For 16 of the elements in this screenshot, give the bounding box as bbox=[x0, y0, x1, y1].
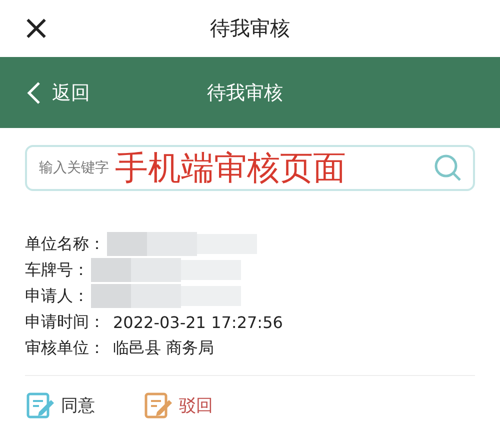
back-button[interactable]: 返回 bbox=[26, 80, 90, 106]
field-label: 申请人： bbox=[25, 286, 89, 306]
search-icon bbox=[433, 153, 463, 183]
close-button[interactable]: × bbox=[22, 8, 50, 48]
chevron-left-icon bbox=[26, 80, 42, 104]
action-button[interactable]: 同意 bbox=[25, 390, 95, 420]
field-label: 单位名称： bbox=[25, 234, 105, 254]
nav-title: 待我审核 bbox=[207, 80, 283, 106]
page-title: 待我审核 bbox=[210, 15, 290, 42]
field-value: 临邑县 商务局 bbox=[113, 338, 214, 358]
field-label: 审核单位： bbox=[25, 338, 105, 358]
field-label: 车牌号： bbox=[25, 260, 89, 280]
field-value: 2022-03-21 17:27:56 bbox=[113, 312, 283, 332]
annotation-text: 手机端审核页面 bbox=[115, 149, 346, 187]
field-label: 申请时间： bbox=[25, 312, 105, 332]
action-button[interactable]: 驳回 bbox=[143, 390, 213, 420]
